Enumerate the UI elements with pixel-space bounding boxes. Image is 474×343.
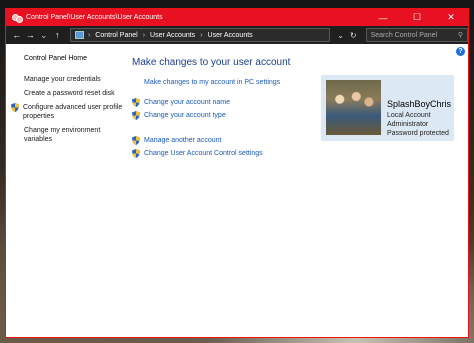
recent-locations-chevron-icon[interactable]: ⌄ bbox=[37, 30, 50, 41]
account-type: Local Account bbox=[387, 112, 431, 119]
user-accounts-icon bbox=[12, 13, 23, 23]
uac-shield-icon bbox=[132, 136, 140, 145]
address-dropdown-icon[interactable]: ⌄ bbox=[337, 31, 344, 40]
link-label: Change User Account Control settings bbox=[144, 150, 263, 157]
breadcrumb-chevron-icon: › bbox=[142, 31, 146, 39]
breadcrumb-chevron-icon: › bbox=[200, 31, 203, 39]
uac-settings-link[interactable]: Change User Account Control settings bbox=[132, 149, 290, 158]
pc-settings-link[interactable]: Make changes to my account in PC setting… bbox=[144, 78, 290, 87]
minimize-button[interactable]: — bbox=[366, 9, 400, 26]
main-content: Make changes to your user account Make c… bbox=[132, 57, 290, 162]
link-label: Change your account name bbox=[144, 99, 230, 106]
up-arrow-icon[interactable]: ↑ bbox=[50, 30, 63, 40]
password-status: Password protected bbox=[387, 130, 449, 137]
close-button[interactable]: ✕ bbox=[434, 9, 468, 26]
sidebar-item-password-reset-disk[interactable]: Create a password reset disk bbox=[24, 89, 124, 98]
title-bar[interactable]: Control Panel\User Accounts\User Account… bbox=[6, 9, 468, 26]
sidebar-control-panel-home[interactable]: Control Panel Home bbox=[24, 54, 124, 63]
sidebar-item-label[interactable]: Configure advanced user profile properti… bbox=[23, 103, 124, 121]
account-role: Administrator bbox=[387, 121, 429, 128]
sidebar-item-environment-variables[interactable]: Change my environment variables bbox=[24, 126, 124, 144]
change-account-name-link[interactable]: Change your account name bbox=[132, 98, 290, 107]
help-icon[interactable]: ? bbox=[456, 47, 465, 56]
sidebar: Control Panel Home Manage your credentia… bbox=[11, 54, 124, 149]
manage-another-account-link[interactable]: Manage another account bbox=[132, 136, 290, 145]
breadcrumb-chevron-icon: › bbox=[87, 31, 91, 39]
uac-shield-icon bbox=[132, 149, 140, 158]
forward-arrow-icon[interactable]: → bbox=[23, 30, 36, 40]
user-account-card: SplashBoyChris Local Account Administrat… bbox=[321, 75, 454, 141]
page-title: Make changes to your user account bbox=[132, 57, 291, 68]
search-input[interactable]: Search Control Panel ⚲ bbox=[365, 28, 468, 42]
breadcrumb-user-accounts-current[interactable]: User Accounts bbox=[208, 32, 253, 39]
link-label: Manage another account bbox=[144, 137, 222, 144]
maximize-button[interactable]: ☐ bbox=[400, 9, 434, 26]
user-avatar[interactable] bbox=[326, 80, 381, 135]
address-toolbar: ← → ⌄ ↑ › Control Panel › User Accounts … bbox=[6, 26, 468, 44]
sidebar-item-advanced-profile[interactable]: Configure advanced user profile properti… bbox=[11, 103, 124, 121]
breadcrumb-control-panel[interactable]: Control Panel bbox=[95, 32, 137, 39]
control-panel-icon bbox=[74, 31, 84, 39]
search-icon: ⚲ bbox=[457, 32, 463, 39]
control-panel-window: Control Panel\User Accounts\User Account… bbox=[5, 8, 469, 338]
user-name: SplashBoyChris bbox=[387, 99, 452, 109]
uac-shield-icon bbox=[132, 111, 140, 120]
uac-shield-icon bbox=[11, 103, 19, 112]
search-placeholder: Search Control Panel bbox=[370, 31, 438, 39]
change-account-type-link[interactable]: Change your account type bbox=[132, 111, 290, 120]
breadcrumb-user-accounts[interactable]: User Accounts bbox=[150, 32, 195, 39]
uac-shield-icon bbox=[132, 98, 140, 107]
sidebar-item-manage-credentials[interactable]: Manage your credentials bbox=[24, 75, 124, 84]
window-title: Control Panel\User Accounts\User Account… bbox=[26, 14, 163, 21]
address-bar[interactable]: › Control Panel › User Accounts › User A… bbox=[69, 28, 331, 42]
back-arrow-icon[interactable]: ← bbox=[10, 30, 23, 40]
refresh-icon[interactable]: ↻ bbox=[350, 31, 357, 40]
link-label: Change your account type bbox=[144, 112, 226, 119]
